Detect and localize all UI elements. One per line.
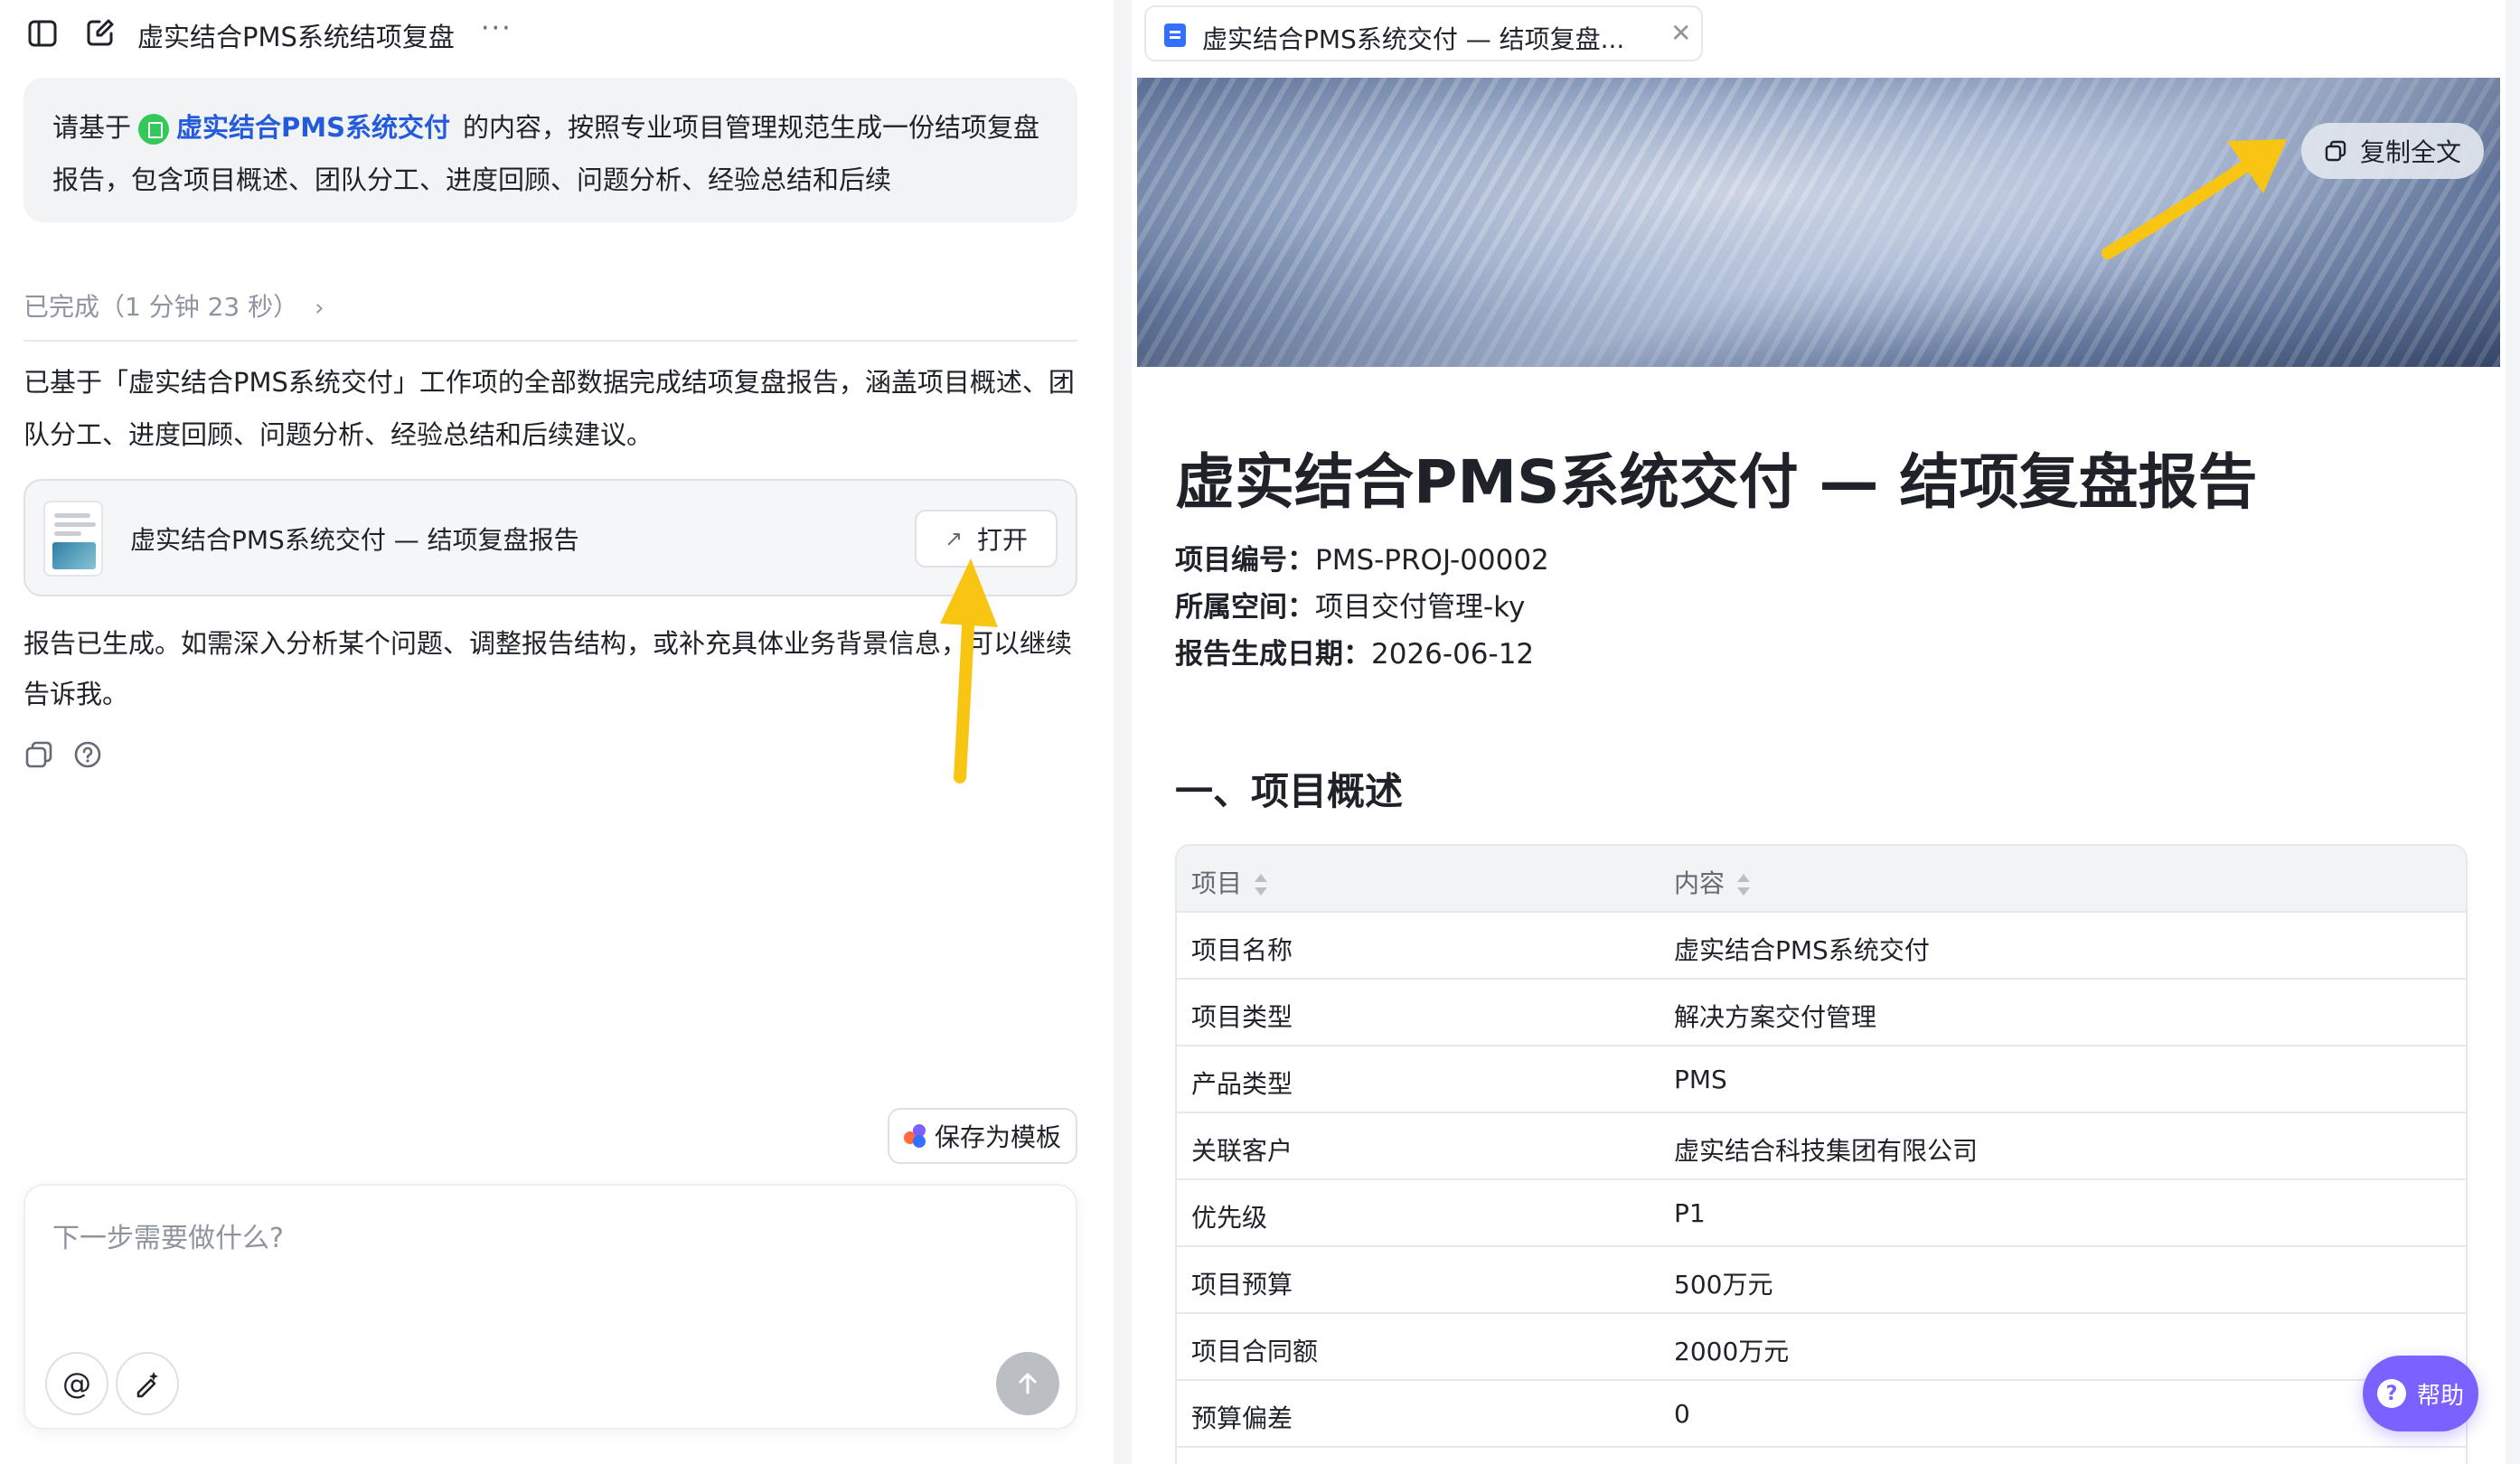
more-icon[interactable]: ··· xyxy=(481,13,512,44)
composer-input[interactable] xyxy=(52,1211,1047,1265)
chevron-right-icon: › xyxy=(315,295,324,322)
table-row: 优先级 P1 xyxy=(1177,1180,2466,1247)
at-icon: @ xyxy=(62,1366,91,1401)
table-cell: P1 xyxy=(1674,1198,1706,1228)
sidebar-toggle-icon[interactable] xyxy=(27,18,58,52)
user-prompt-text: 请基于 虚实结合PMS系统交付 的内容，按照专业项目管理规范生成一份结项复盘报告，包… xyxy=(52,101,1056,206)
table-cell: 产品类型 xyxy=(1191,1069,1293,1099)
mention-button[interactable]: @ xyxy=(45,1352,108,1415)
help-label: 帮助 xyxy=(2416,1382,2464,1410)
prompt-prefix: 请基于 xyxy=(52,112,132,143)
copy-icon[interactable] xyxy=(24,739,54,774)
table-cell: 解决方案交付管理 xyxy=(1674,1002,1877,1032)
completion-status-text: 已完成（1 分钟 23 秒） xyxy=(24,292,299,322)
table-row: 项目类型 解决方案交付管理 xyxy=(1177,980,2466,1046)
table-cell: 2000万元 xyxy=(1674,1337,1790,1366)
table-cell: 预算偏差 xyxy=(1191,1403,1293,1433)
table-cell: 虚实结合PMS系统交付 xyxy=(1674,935,1930,965)
user-prompt-bubble: 请基于 虚实结合PMS系统交付 的内容，按照专业项目管理规范生成一份结项复盘报告，包… xyxy=(24,78,1077,222)
magic-pen-button[interactable] xyxy=(116,1352,179,1415)
arrow-up-icon xyxy=(1019,1373,1037,1394)
copy-all-label: 复制全文 xyxy=(2359,137,2461,167)
project-overview-table: 项目 内容 项目名称 虚实结合PMS系统交付 项目类型 解决方案交付管理 产品类… xyxy=(1175,844,2468,1464)
help-button[interactable]: ? 帮助 xyxy=(2363,1356,2478,1431)
table-cell: 关联客户 xyxy=(1191,1136,1293,1166)
divider xyxy=(24,340,1077,342)
meta-project-id: 项目编号：PMS-PROJ-00002 xyxy=(1175,544,1549,577)
workitem-ref-link[interactable]: 虚实结合PMS系统交付 xyxy=(176,112,450,143)
table-cell: 优先级 xyxy=(1191,1203,1268,1233)
table-row: 项目合同额 2000万元 xyxy=(1177,1314,2466,1381)
column-header[interactable]: 内容 xyxy=(1674,864,1751,900)
cover-banner: 复制全文 xyxy=(1137,78,2500,367)
column-header[interactable]: 项目 xyxy=(1191,864,1268,900)
save-as-template-button[interactable]: 保存为模板 xyxy=(888,1108,1077,1164)
report-file-card[interactable]: 虚实结合PMS系统交付 — 结项复盘报告 ↗ 打开 xyxy=(24,479,1077,596)
meta-report-date: 报告生成日期：2026-06-12 xyxy=(1175,638,1535,671)
sort-icon[interactable] xyxy=(1737,874,1751,896)
section-heading: 一、项目概述 xyxy=(1175,769,1404,813)
arrow-up-right-icon: ↗ xyxy=(944,526,964,551)
table-cell: 虚实结合科技集团有限公司 xyxy=(1674,1136,1979,1166)
table-cell: 500万元 xyxy=(1674,1270,1773,1300)
help-circle-icon[interactable] xyxy=(72,739,103,774)
table-cell: 项目名称 xyxy=(1191,935,1293,965)
composer: @ xyxy=(24,1184,1077,1430)
completion-status[interactable]: 已完成（1 分钟 23 秒） › xyxy=(24,287,324,324)
table-cell: PMS xyxy=(1674,1065,1727,1094)
magic-pen-icon xyxy=(136,1372,158,1398)
open-button-label: 打开 xyxy=(977,525,1029,555)
save-as-template-label: 保存为模板 xyxy=(934,1122,1061,1152)
template-logo-icon xyxy=(903,1124,927,1148)
table-row: 项目名称 虚实结合PMS系统交付 xyxy=(1177,913,2466,980)
table-row: 产品类型 PMS xyxy=(1177,1046,2466,1113)
sort-icon[interactable] xyxy=(1255,874,1268,896)
chat-title: 虚实结合PMS系统结项复盘 xyxy=(137,22,455,52)
table-row: 预算偏差 0 xyxy=(1177,1381,2466,1448)
document-tab[interactable]: 虚实结合PMS系统交付 — 结项复盘... ✕ xyxy=(1144,5,1703,61)
meta-space: 所属空间：项目交付管理-ky xyxy=(1175,591,1526,624)
copy-all-button[interactable]: 复制全文 xyxy=(2301,123,2484,179)
table-cell: 项目预算 xyxy=(1191,1270,1293,1300)
send-button[interactable] xyxy=(996,1352,1059,1415)
close-icon[interactable]: ✕ xyxy=(1670,18,1691,48)
table-row: 关联客户 虚实结合科技集团有限公司 xyxy=(1177,1113,2466,1180)
table-cell: 项目类型 xyxy=(1191,1002,1293,1032)
workitem-ref-icon xyxy=(138,114,170,145)
table-header-row: 项目 内容 xyxy=(1177,846,2466,913)
question-icon: ? xyxy=(2376,1379,2406,1408)
chat-header: 虚实结合PMS系统结项复盘 ··· xyxy=(0,0,1114,67)
document-thumbnail-icon xyxy=(43,501,103,577)
report-file-name: 虚实结合PMS系统交付 — 结项复盘报告 xyxy=(130,525,579,555)
chat-pane: 虚实结合PMS系统结项复盘 ··· 请基于 虚实结合PMS系统交付 的内容，按照专业… xyxy=(0,0,1114,1464)
table-cell: 0 xyxy=(1674,1399,1690,1429)
copy-icon xyxy=(2325,140,2346,162)
document-tab-label: 虚实结合PMS系统交付 — 结项复盘... xyxy=(1202,24,1625,54)
doc-icon xyxy=(1164,23,1186,47)
document-title: 虚实结合PMS系统交付 — 结项复盘报告 xyxy=(1175,447,2258,517)
assistant-followup: 报告已生成。如需深入分析某个问题、调整报告结构，或补充具体业务背景信息，可以继续… xyxy=(24,628,1073,709)
new-chat-icon[interactable] xyxy=(85,17,116,52)
open-button[interactable]: ↗ 打开 xyxy=(915,510,1058,568)
document-pane: 虚实结合PMS系统交付 — 结项复盘... ✕ 复制全文 虚实结合PMS系统交付… xyxy=(1132,0,2506,1464)
table-cell: 项目合同额 xyxy=(1191,1337,1319,1366)
table-row: 项目预算 500万元 xyxy=(1177,1247,2466,1314)
assistant-summary: 已基于「虚实结合PMS系统交付」工作项的全部数据完成结项复盘报告，涵盖项目概述、… xyxy=(24,367,1075,450)
